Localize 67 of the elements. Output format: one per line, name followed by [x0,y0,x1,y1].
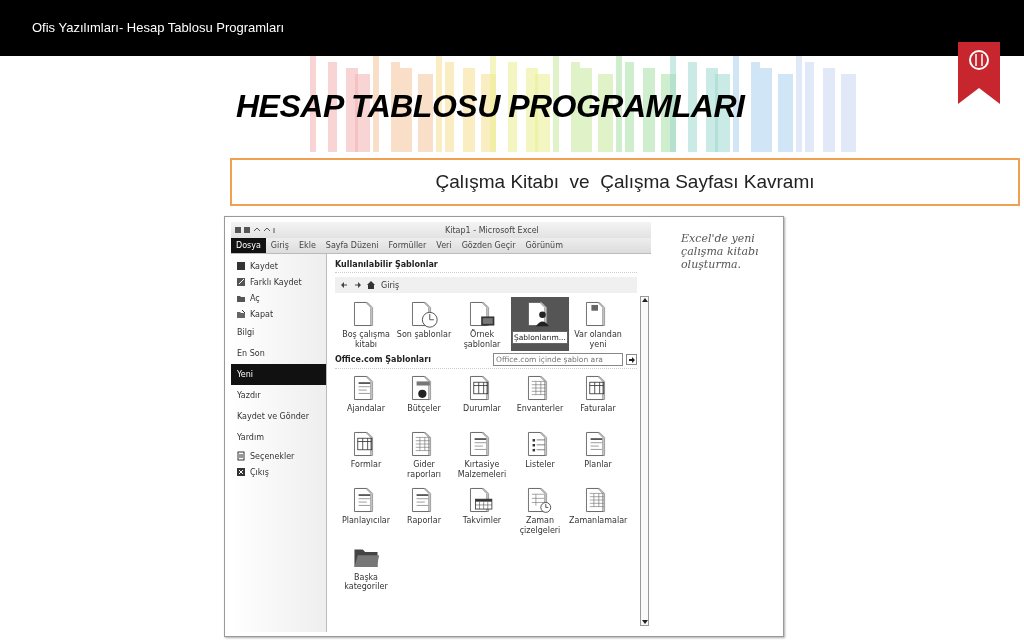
scroll-down-icon[interactable] [641,620,648,625]
template-item[interactable]: Kırtasiye Malzemeleri [453,427,511,482]
template-item[interactable]: Listeler [511,427,569,482]
folder-icon [236,293,246,303]
backstage-tab[interactable]: Yardım [231,427,326,448]
template-item[interactable]: Envanterler [511,371,569,426]
scroll-up-icon[interactable] [641,297,648,302]
home-icon[interactable] [367,281,375,289]
template-item[interactable]: Planlar [569,427,627,482]
ribbon-tab[interactable]: Giriş [265,238,294,253]
ribbon-tab[interactable]: Ekle [293,238,321,253]
ribbon-tab[interactable]: Dosya [231,238,266,253]
caption-line: oluşturma. [681,258,743,271]
backstage-command[interactable]: Kaydet [231,258,326,274]
back-forward-icon [341,282,361,288]
slide-title: HESAP TABLOSU PROGRAMLARI [236,87,745,125]
template-item[interactable]: Takvimler [453,483,511,538]
caption-line: Excel'de yeni [681,232,756,245]
section-heading: Kullanılabilir Şablonlar [335,260,637,273]
folder-icon [236,309,246,319]
template-item[interactable]: Başka kategoriler [337,539,395,594]
template-item[interactable]: Faturalar [569,371,627,426]
template-item[interactable]: Ajandalar [337,371,395,426]
template-item[interactable]: Raporlar [395,483,453,538]
close-icon [236,467,246,477]
template-icon [468,300,496,328]
backstage-tab[interactable]: En Son [231,343,326,364]
backstage-command[interactable]: Çıkış [231,464,326,480]
section-heading: Office.com Şablonları [335,355,431,365]
ribbon-tab[interactable]: Görünüm [520,238,568,253]
template-item[interactable]: Son şablonlar [395,297,453,352]
caption-line: çalışma kitabı [681,245,759,258]
breadcrumb-link[interactable]: Giriş [381,280,400,290]
search-button[interactable] [626,354,637,366]
template-item[interactable]: Boş çalışma kitabı [337,297,395,352]
backstage-command[interactable]: Kapat [231,306,326,322]
backstage-command[interactable]: Seçenekler [231,448,326,464]
backstage-command[interactable]: Aç [231,290,326,306]
template-item[interactable]: Zamanlamalar [569,483,627,538]
ribbon-tab[interactable]: Sayfa Düzeni [320,238,384,253]
ribbon-tab[interactable]: Formüller [383,238,432,253]
save-icon [236,261,246,271]
template-item[interactable]: Formlar [337,427,395,482]
ribbon-logo [958,42,1000,104]
backstage-tab[interactable]: Kaydet ve Gönder [231,406,326,427]
template-item[interactable]: Durumlar [453,371,511,426]
backstage-tab[interactable]: Bilgi [231,322,326,343]
template-icon [410,300,438,328]
save-icon [236,277,246,287]
template-item[interactable]: Gider raporları [395,427,453,482]
subtitle: Çalışma Kitabı ve Çalışma Sayfası Kavramı [230,158,1020,206]
page-icon [236,451,246,461]
template-icon [526,486,554,515]
window-title: Kitap1 - Microsoft Excel [445,225,539,235]
ribbon-tab[interactable]: Veri [431,238,457,253]
presentation-title: Ofis Yazılımları- Hesap Tablosu Programları [32,20,285,35]
template-item[interactable]: Bütçeler [395,371,453,426]
template-item[interactable]: Var olandan yeni [569,297,627,352]
template-item[interactable]: Zaman çizelgeleri [511,483,569,538]
template-item[interactable]: Planlayıcılar [337,483,395,538]
template-icon [468,486,496,515]
backstage-command[interactable]: Farklı Kaydet [231,274,326,290]
ribbon-tab[interactable]: Gözden Geçir [456,238,521,253]
template-item[interactable]: Örnek şablonlar [453,297,511,352]
backstage-tab[interactable]: Yeni [231,364,326,385]
scrollbar[interactable] [640,296,649,626]
backstage-tab[interactable]: Yazdır [231,385,326,406]
